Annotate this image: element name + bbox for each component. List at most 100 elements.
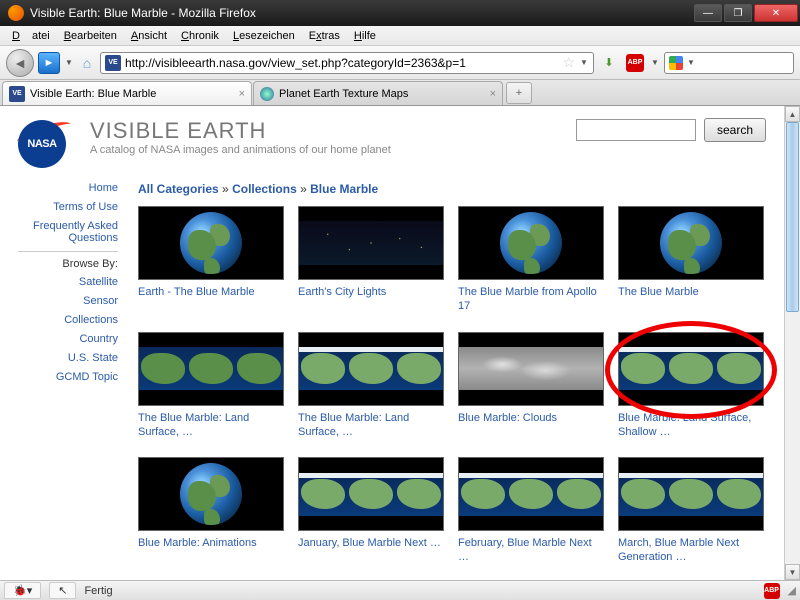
nav-usstate[interactable]: U.S. State — [18, 352, 118, 364]
crumb-collections[interactable]: Collections — [232, 182, 297, 196]
thumbnail-label[interactable]: The Blue Marble: Land Surface, … — [138, 411, 284, 440]
thumbnail-image[interactable] — [138, 457, 284, 531]
nav-home[interactable]: Home — [18, 182, 118, 194]
thumbnail-image[interactable] — [298, 206, 444, 280]
tab-visible-earth[interactable]: VE Visible Earth: Blue Marble × — [2, 81, 252, 105]
new-tab-button[interactable]: + — [506, 82, 532, 104]
bookmark-star-icon[interactable]: ☆ — [562, 54, 575, 71]
thumbnail-label[interactable]: February, Blue Marble Next … — [458, 536, 604, 565]
inspect-icon[interactable]: ↖ — [49, 582, 76, 599]
tab-label: Planet Earth Texture Maps — [279, 88, 408, 100]
thumbnail-item[interactable]: Earth - The Blue Marble — [138, 206, 284, 314]
thumbnail-grid: Earth - The Blue Marble Earth's City Ligh… — [138, 206, 766, 565]
thumbnail-item[interactable]: Blue Marble: Clouds — [458, 332, 604, 440]
scroll-up-icon[interactable]: ▲ — [785, 106, 800, 122]
tab-label: Visible Earth: Blue Marble — [30, 88, 156, 100]
nasa-logo[interactable]: NASA — [18, 118, 74, 168]
thumbnail-image[interactable] — [138, 332, 284, 406]
search-engine-dropdown-icon[interactable]: ▼ — [686, 58, 696, 67]
page-content: NASA VISIBLE EARTH A catalog of NASA ima… — [0, 106, 784, 580]
scroll-down-icon[interactable]: ▼ — [785, 564, 800, 580]
thumbnail-item[interactable]: February, Blue Marble Next … — [458, 457, 604, 565]
menu-history[interactable]: Chronik — [175, 28, 225, 44]
nav-sensor[interactable]: Sensor — [18, 295, 118, 307]
thumbnail-label[interactable]: January, Blue Marble Next … — [298, 536, 444, 550]
nav-collections[interactable]: Collections — [18, 314, 118, 326]
abp-dropdown-icon[interactable]: ▼ — [650, 58, 660, 67]
thumbnail-item[interactable]: The Blue Marble — [618, 206, 764, 314]
thumbnail-label[interactable]: March, Blue Marble Next Generation … — [618, 536, 764, 565]
navigation-toolbar: ◄ ► ▼ ⌂ VE ☆ ▼ ⬇ ABP ▼ ▼ — [0, 46, 800, 80]
thumbnail-image[interactable] — [458, 332, 604, 406]
nav-gcmd[interactable]: GCMD Topic — [18, 371, 118, 383]
tab-close-icon[interactable]: × — [490, 88, 496, 100]
thumbnail-label[interactable]: Earth's City Lights — [298, 285, 444, 299]
thumbnail-image[interactable] — [298, 332, 444, 406]
menu-edit[interactable]: Bearbeiten — [58, 28, 123, 44]
url-input[interactable] — [125, 56, 558, 70]
thumbnail-item[interactable]: Blue Marble: Land Surface, Shallow … — [618, 332, 764, 440]
nav-terms[interactable]: Terms of Use — [18, 201, 118, 213]
site-favicon: VE — [105, 55, 121, 71]
planet-icon — [260, 87, 274, 101]
site-search-button[interactable]: search — [704, 118, 766, 142]
thumbnail-label[interactable]: Blue Marble: Land Surface, Shallow … — [618, 411, 764, 440]
thumbnail-item[interactable]: Blue Marble: Animations — [138, 457, 284, 565]
thumbnail-item[interactable]: The Blue Marble: Land Surface, … — [138, 332, 284, 440]
vertical-scrollbar[interactable]: ▲ ▼ — [784, 106, 800, 580]
firebug-icon[interactable]: 🐞▾ — [4, 582, 41, 599]
thumbnail-label[interactable]: Earth - The Blue Marble — [138, 285, 284, 299]
thumbnail-item[interactable]: January, Blue Marble Next … — [298, 457, 444, 565]
nav-country[interactable]: Country — [18, 333, 118, 345]
menu-view[interactable]: Ansicht — [125, 28, 173, 44]
status-abp-icon[interactable]: ABP — [764, 583, 780, 599]
browse-by-label: Browse By: — [18, 258, 118, 270]
thumbnail-item[interactable]: Earth's City Lights — [298, 206, 444, 314]
site-search-input[interactable] — [576, 119, 696, 141]
forward-button[interactable]: ► — [38, 52, 60, 74]
thumbnail-image[interactable] — [458, 457, 604, 531]
menu-file[interactable]: Datei — [6, 28, 56, 44]
window-title: Visible Earth: Blue Marble - Mozilla Fir… — [30, 6, 694, 20]
thumbnail-label[interactable]: The Blue Marble: Land Surface, … — [298, 411, 444, 440]
menu-extras[interactable]: Extras — [303, 28, 346, 44]
tab-close-icon[interactable]: × — [239, 88, 245, 100]
home-button[interactable]: ⌂ — [78, 54, 96, 72]
menu-help[interactable]: Hilfe — [348, 28, 382, 44]
nav-faq[interactable]: Frequently Asked Questions — [18, 220, 118, 244]
nav-dropdown-icon[interactable]: ▼ — [64, 58, 74, 67]
thumbnail-image[interactable] — [618, 457, 764, 531]
scroll-thumb[interactable] — [786, 122, 799, 312]
close-button[interactable]: ✕ — [754, 4, 798, 22]
thumbnail-item[interactable]: The Blue Marble from Apollo 17 — [458, 206, 604, 314]
menu-bookmarks[interactable]: Lesezeichen — [227, 28, 301, 44]
maximize-button[interactable]: ❐ — [724, 4, 752, 22]
firefox-icon — [8, 5, 24, 21]
tab-favicon: VE — [9, 86, 25, 102]
nav-satellite[interactable]: Satellite — [18, 276, 118, 288]
thumbnail-label[interactable]: Blue Marble: Animations — [138, 536, 284, 550]
crumb-current: Blue Marble — [310, 182, 378, 196]
minimize-button[interactable]: — — [694, 4, 722, 22]
download-icon[interactable]: ⬇ — [598, 52, 620, 74]
thumbnail-item[interactable]: March, Blue Marble Next Generation … — [618, 457, 764, 565]
menu-bar: Datei Bearbeiten Ansicht Chronik Lesezei… — [0, 26, 800, 46]
tab-planet-earth[interactable]: Planet Earth Texture Maps × — [253, 81, 503, 105]
thumbnail-label[interactable]: The Blue Marble from Apollo 17 — [458, 285, 604, 314]
url-dropdown-icon[interactable]: ▼ — [579, 58, 589, 67]
adblock-icon[interactable]: ABP — [624, 52, 646, 74]
window-titlebar: Visible Earth: Blue Marble - Mozilla Fir… — [0, 0, 800, 26]
browser-search-box[interactable]: ▼ — [664, 52, 794, 74]
back-button[interactable]: ◄ — [6, 49, 34, 77]
thumbnail-image[interactable] — [618, 206, 764, 280]
crumb-all[interactable]: All Categories — [138, 182, 219, 196]
google-icon — [669, 56, 683, 70]
thumbnail-image[interactable] — [618, 332, 764, 406]
thumbnail-item[interactable]: The Blue Marble: Land Surface, … — [298, 332, 444, 440]
thumbnail-label[interactable]: The Blue Marble — [618, 285, 764, 299]
thumbnail-image[interactable] — [458, 206, 604, 280]
url-bar[interactable]: VE ☆ ▼ — [100, 52, 594, 74]
thumbnail-image[interactable] — [298, 457, 444, 531]
thumbnail-image[interactable] — [138, 206, 284, 280]
thumbnail-label[interactable]: Blue Marble: Clouds — [458, 411, 604, 425]
